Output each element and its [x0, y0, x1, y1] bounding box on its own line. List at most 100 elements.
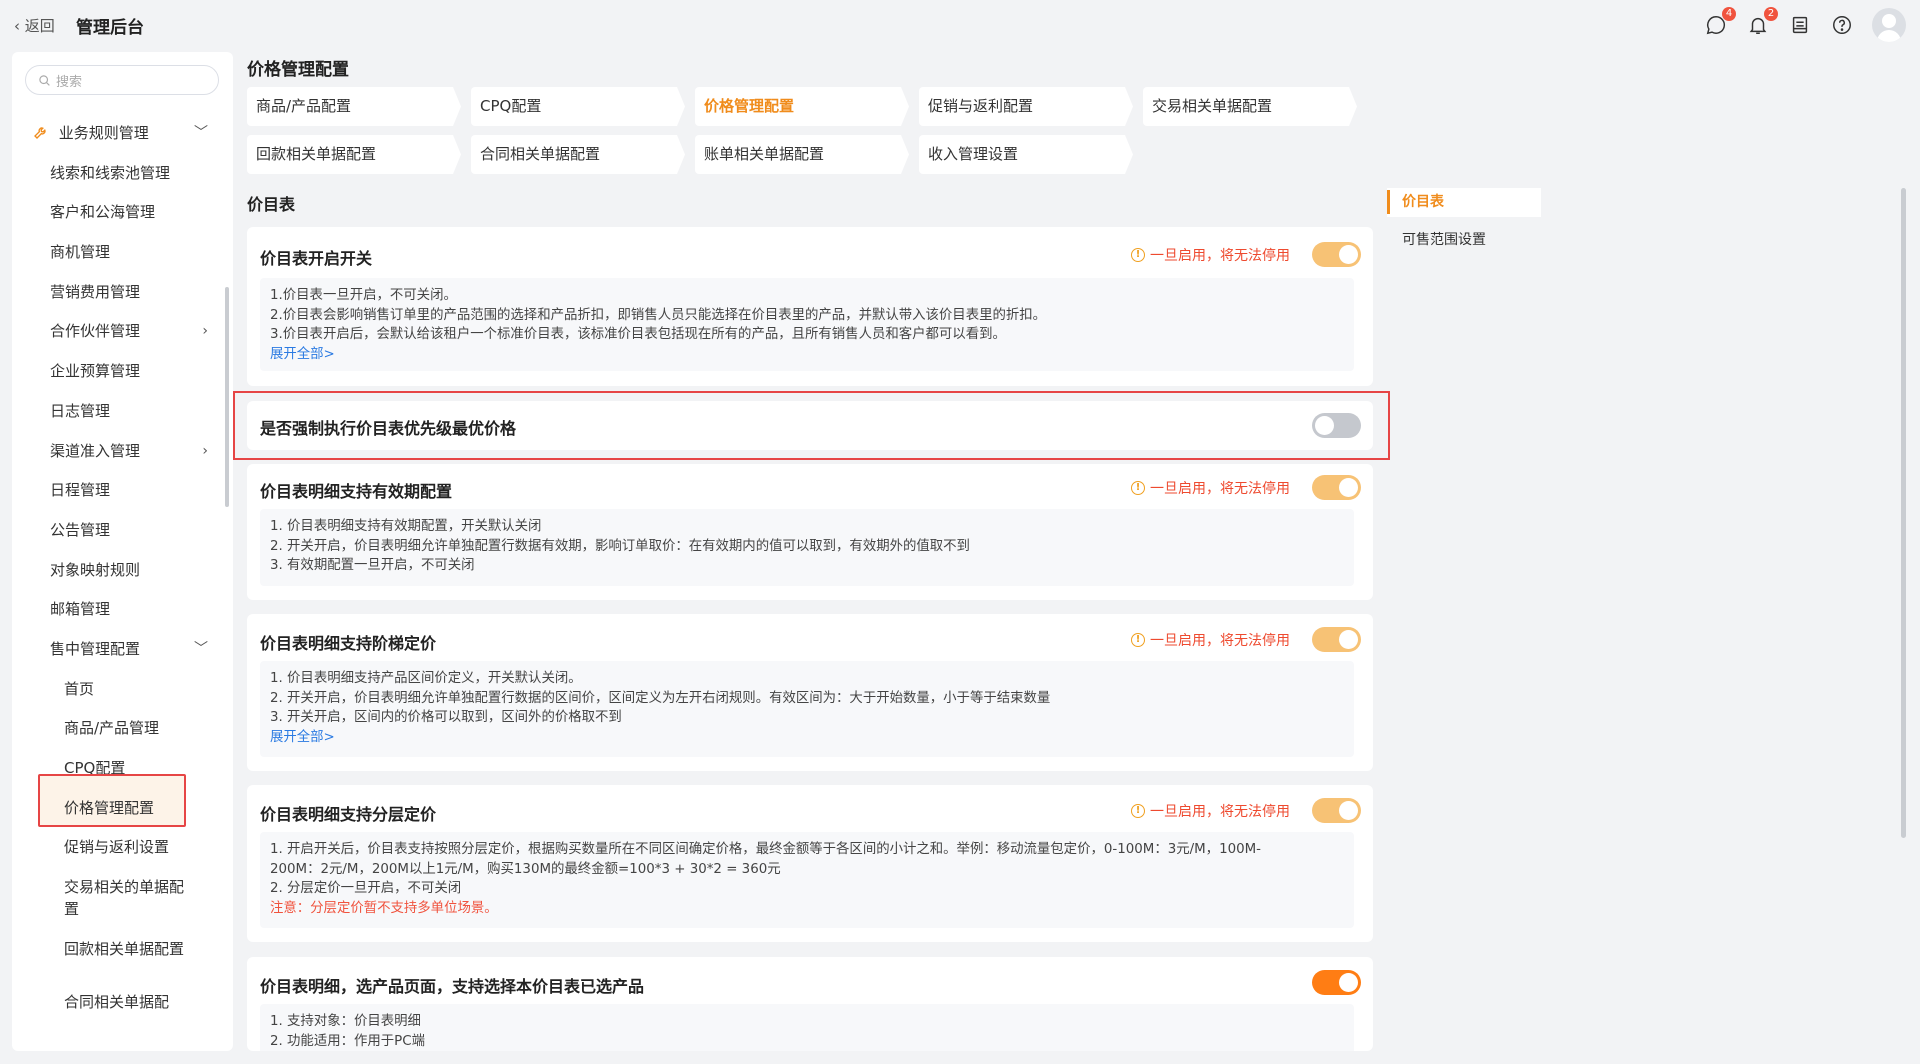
- chevron-down-icon: ﹀: [194, 640, 208, 657]
- toggle-switch[interactable]: [1312, 970, 1361, 995]
- chat-icon[interactable]: 4: [1704, 7, 1736, 37]
- sidebar-item-channel[interactable]: 渠道准入管理 ›: [12, 432, 222, 472]
- setting-card-enable-pricebook: 价目表开启开关 ! 一旦启用，将无法停用 1.价目表一旦开启，不可关闭。 2.价…: [247, 227, 1373, 386]
- back-label: 返回: [24, 17, 55, 35]
- anchor-item-sale-scope[interactable]: 可售范围设置: [1387, 226, 1541, 255]
- sidebar-item[interactable]: 客户和公海管理: [12, 193, 222, 233]
- desc-line: 2. 分层定价一旦开启，不可关闭: [270, 881, 462, 897]
- sidebar: 搜索 业务规则管理 ﹀ 线索和线索池管理 客户和公海管理 商机管理 营销费用管理…: [12, 52, 233, 1051]
- inbox-icon[interactable]: [1788, 13, 1812, 37]
- bell-icon[interactable]: 2: [1746, 7, 1778, 37]
- warning-text: ! 一旦启用，将无法停用: [1131, 245, 1290, 265]
- warning-icon: !: [1131, 804, 1145, 818]
- warning-icon: !: [1131, 633, 1145, 647]
- tab-product-config[interactable]: 商品/产品配置: [247, 87, 461, 126]
- desc-line: 1. 价目表明细支持有效期配置，开关默认关闭: [270, 519, 542, 534]
- card-description: 1. 价目表明细支持有效期配置，开关默认关闭 2. 开关开启，价目表明细允许单独…: [260, 509, 1354, 586]
- desc-line: 1. 开启开关后，价目表支持按照分层定价，根据购买数量所在不同区间确定价格，最终…: [270, 842, 1262, 857]
- sidebar-item[interactable]: 对象映射规则: [12, 551, 222, 591]
- tab-price-config[interactable]: 价格管理配置: [695, 87, 909, 126]
- expand-all-link[interactable]: 展开全部>: [270, 728, 1344, 748]
- warning-icon: !: [1131, 248, 1145, 262]
- desc-line: 2. 开关开启，价目表明细允许单独配置行数据有效期，影响订单取价：在有效期内的值…: [270, 538, 970, 554]
- sidebar-subitem[interactable]: 商品/产品管理: [12, 709, 222, 749]
- tab-cpq-config[interactable]: CPQ配置: [471, 87, 685, 126]
- sidebar-item-label: 售中管理配置: [50, 639, 141, 658]
- anchor-nav: 价目表 可售范围设置: [1387, 188, 1541, 255]
- card-description: 1. 支持对象：价目表明细 2. 功能适用：作用于PC端: [260, 1004, 1354, 1051]
- desc-line: 2. 功能适用：作用于PC端: [270, 1033, 425, 1049]
- app-title: 管理后台: [76, 18, 144, 38]
- sidebar-item-partner[interactable]: 合作伙伴管理 ›: [12, 312, 222, 352]
- toggle-switch[interactable]: [1312, 475, 1361, 500]
- chevron-right-icon: ›: [202, 442, 208, 459]
- sidebar-subitem[interactable]: 首页: [12, 670, 222, 710]
- chevron-down-icon: ﹀: [194, 125, 208, 141]
- card-title: 价目表明细支持有效期配置: [260, 482, 453, 501]
- setting-card-validity-period: 价目表明细支持有效期配置 ! 一旦启用，将无法停用 1. 价目表明细支持有效期配…: [247, 464, 1373, 600]
- desc-note: 注意：分层定价暂不支持多单位场景。: [270, 900, 498, 916]
- warning-label: 一旦启用，将无法停用: [1150, 804, 1290, 820]
- desc-line: 200M：2元/M，200M以上1元/M，购买130M的最终金额=100*3 +…: [270, 861, 781, 877]
- setting-card-tiered-pricing: 价目表明细支持阶梯定价 ! 一旦启用，将无法停用 1. 价目表明细支持产品区间价…: [247, 614, 1373, 771]
- sidebar-item-label: 渠道准入管理: [50, 441, 141, 460]
- top-icons: 4 2: [1704, 7, 1906, 42]
- desc-line: 3. 开关开启，区间内的价格可以取到，区间外的价格取不到: [270, 710, 622, 726]
- highlight-box: [233, 391, 1390, 460]
- back-button[interactable]: ‹ 返回: [14, 15, 55, 36]
- help-icon[interactable]: [1830, 13, 1854, 37]
- search-placeholder: 搜索: [56, 74, 83, 90]
- expand-all-link[interactable]: 展开全部>: [270, 345, 1344, 365]
- sidebar-item[interactable]: 邮箱管理: [12, 590, 222, 630]
- warning-label: 一旦启用，将无法停用: [1150, 481, 1290, 497]
- warning-label: 一旦启用，将无法停用: [1150, 248, 1290, 264]
- sidebar-item[interactable]: 企业预算管理: [12, 352, 222, 392]
- main-scrollbar[interactable]: [1901, 188, 1906, 838]
- anchor-item-pricebook[interactable]: 价目表: [1387, 188, 1541, 217]
- card-description: 1. 开启开关后，价目表支持按照分层定价，根据购买数量所在不同区间确定价格，最终…: [260, 832, 1354, 928]
- tab-payment-docs-config[interactable]: 回款相关单据配置: [247, 135, 461, 174]
- tab-promotion-config[interactable]: 促销与返利配置: [919, 87, 1133, 126]
- sidebar-subitem[interactable]: 交易相关的单据配置: [12, 868, 192, 930]
- toggle-switch[interactable]: [1312, 798, 1361, 823]
- card-title: 价目表开启开关: [260, 249, 373, 268]
- desc-line: 3.价目表开启后，会默认给该租户一个标准价目表，该标准价目表包括现在所有的产品，…: [270, 327, 1006, 343]
- tab-revenue-settings[interactable]: 收入管理设置: [919, 135, 1133, 174]
- warning-text: ! 一旦启用，将无法停用: [1131, 630, 1290, 650]
- sidebar-item[interactable]: 日程管理: [12, 471, 222, 511]
- sidebar-subitem[interactable]: 回款相关单据配置: [12, 930, 192, 992]
- wrench-icon: [34, 127, 46, 139]
- tab-contract-docs-config[interactable]: 合同相关单据配置: [471, 135, 685, 174]
- sidebar-group-business-rules[interactable]: 业务规则管理 ﹀: [12, 114, 222, 154]
- card-description: 1.价目表一旦开启，不可关闭。 2.价目表会影响销售订单里的产品范围的选择和产品…: [260, 278, 1354, 371]
- warning-icon: !: [1131, 481, 1145, 495]
- sidebar-item[interactable]: 公告管理: [12, 511, 222, 551]
- sidebar-scrollbar[interactable]: [225, 287, 229, 507]
- sidebar-item-in-sale[interactable]: 售中管理配置 ﹀: [12, 630, 222, 670]
- top-bar: ‹ 返回 管理后台 4 2: [0, 0, 1920, 50]
- card-description: 1. 价目表明细支持产品区间价定义，开关默认关闭。 2. 开关开启，价目表明细允…: [260, 661, 1354, 757]
- card-title: 价目表明细支持分层定价: [260, 805, 437, 824]
- toggle-switch[interactable]: [1312, 627, 1361, 652]
- search-input[interactable]: 搜索: [25, 65, 219, 95]
- toggle-switch[interactable]: [1312, 242, 1361, 267]
- avatar[interactable]: [1872, 8, 1906, 42]
- tab-trade-docs-config[interactable]: 交易相关单据配置: [1143, 87, 1357, 126]
- warning-label: 一旦启用，将无法停用: [1150, 633, 1290, 649]
- tab-bill-docs-config[interactable]: 账单相关单据配置: [695, 135, 909, 174]
- sidebar-item[interactable]: 线索和线索池管理: [12, 154, 222, 194]
- chat-badge: 4: [1722, 7, 1736, 21]
- desc-line: 2.价目表会影响销售订单里的产品范围的选择和产品折扣，即销售人员只能选择在价目表…: [270, 307, 1047, 323]
- sidebar-subitem[interactable]: 促销与返利设置: [12, 828, 222, 868]
- setting-card-select-existing-products: 价目表明细，选产品页面，支持选择本价目表已选产品 1. 支持对象：价目表明细 2…: [247, 957, 1373, 1051]
- desc-line: 1. 支持对象：价目表明细: [270, 1014, 421, 1029]
- sidebar-subitem-active[interactable]: 价格管理配置: [12, 789, 222, 829]
- sidebar-item[interactable]: 商机管理: [12, 233, 222, 273]
- desc-line: 1.价目表一旦开启，不可关闭。: [270, 288, 457, 303]
- sidebar-subitem[interactable]: 合同相关单据配: [12, 992, 222, 1012]
- sidebar-item[interactable]: 营销费用管理: [12, 273, 222, 313]
- sidebar-group-label: 业务规则管理: [58, 124, 149, 142]
- page-title: 价格管理配置: [247, 60, 349, 80]
- desc-line: 3. 有效期配置一旦开启，不可关闭: [270, 558, 475, 574]
- sidebar-item[interactable]: 日志管理: [12, 392, 222, 432]
